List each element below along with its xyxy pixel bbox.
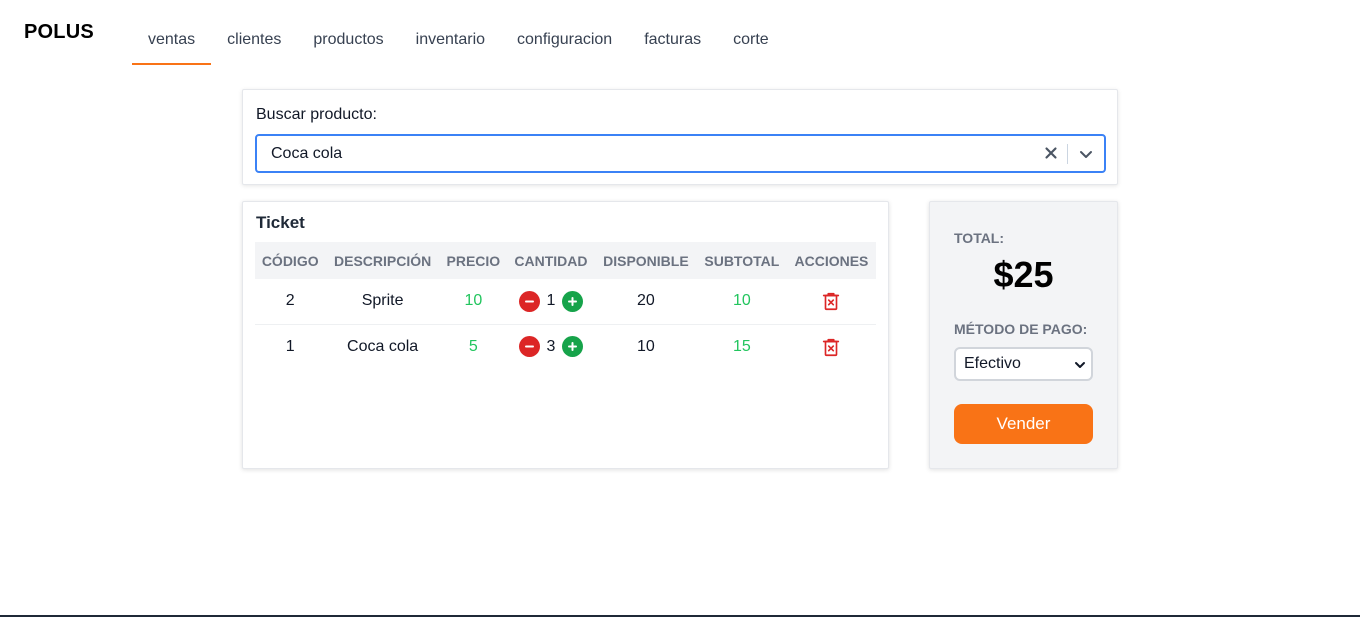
minus-icon (524, 345, 534, 348)
main-nav: ventas clientes productos inventario con… (132, 20, 785, 65)
tab-ventas[interactable]: ventas (132, 20, 212, 65)
column-header-codigo: CÓDIGO (261, 252, 319, 269)
increase-quantity-button[interactable] (562, 290, 584, 312)
app-logo: POLUS (24, 21, 94, 43)
search-panel: Buscar producto: Coca cola (242, 89, 1118, 185)
trash-icon[interactable] (820, 336, 842, 358)
ticket-title: Ticket (256, 213, 305, 232)
column-header-subtotal: SUBTOTAL (704, 252, 780, 269)
tab-corte[interactable]: corte (717, 20, 785, 65)
quantity-value: 1 (546, 292, 556, 310)
cell-subtotal: 15 (732, 337, 751, 355)
table-row: 2 Sprite 10 1 20 10 (255, 279, 876, 324)
cell-descripcion: Sprite (361, 292, 404, 310)
minus-icon (524, 300, 534, 303)
product-search-select[interactable]: Coca cola (255, 134, 1106, 173)
tab-configuracion[interactable]: configuracion (501, 20, 628, 65)
cell-codigo: 2 (285, 292, 295, 310)
table-row: 1 Coca cola 5 3 10 15 (255, 324, 876, 369)
cell-codigo: 1 (285, 337, 295, 355)
tab-clientes[interactable]: clientes (211, 20, 297, 65)
payment-method-value: Efectivo (964, 355, 1021, 372)
ticket-table: CÓDIGO DESCRIPCIÓN PRECIO CANTIDAD DISPO… (255, 242, 876, 369)
cell-descripcion: Coca cola (347, 337, 419, 355)
table-header-row: CÓDIGO DESCRIPCIÓN PRECIO CANTIDAD DISPO… (255, 242, 876, 279)
chevron-down-icon[interactable] (1076, 144, 1096, 164)
payment-method-label: MÉTODO DE PAGO: (954, 321, 1088, 337)
cell-disponible: 20 (637, 292, 655, 310)
close-icon[interactable] (1042, 144, 1060, 162)
cell-acciones (787, 279, 876, 324)
plus-icon (568, 296, 578, 306)
column-header-precio: PRECIO (446, 252, 501, 269)
tab-productos[interactable]: productos (297, 20, 399, 65)
tab-inventario[interactable]: inventario (400, 20, 501, 65)
column-header-cantidad: CANTIDAD (514, 252, 588, 269)
indicator-separator (1067, 144, 1068, 164)
cell-subtotal: 10 (732, 292, 751, 310)
increase-quantity-button[interactable] (562, 336, 584, 358)
cell-cantidad: 3 (507, 324, 595, 369)
decrease-quantity-button[interactable] (518, 336, 540, 358)
search-label: Buscar producto: (256, 106, 377, 123)
column-header-acciones: ACCIONES (794, 252, 869, 269)
cell-disponible: 10 (637, 337, 655, 355)
column-header-disponible: DISPONIBLE (603, 252, 689, 269)
column-header-descripcion: DESCRIPCIÓN (334, 252, 432, 269)
cell-precio: 5 (468, 337, 478, 355)
quantity-value: 3 (546, 337, 556, 355)
trash-icon[interactable] (820, 290, 842, 312)
cell-cantidad: 1 (507, 279, 595, 324)
chevron-down-icon (1075, 362, 1085, 368)
cell-acciones (787, 324, 876, 369)
cell-precio: 10 (464, 292, 483, 310)
tab-facturas[interactable]: facturas (628, 20, 717, 65)
search-input[interactable]: Coca cola (271, 145, 342, 163)
total-label: TOTAL: (954, 230, 1005, 246)
ticket-panel: Ticket CÓDIGO DESCRIPCIÓN PRECIO CANTIDA… (242, 201, 889, 469)
total-value: $25 (993, 254, 1054, 295)
plus-icon (568, 342, 578, 352)
decrease-quantity-button[interactable] (518, 290, 540, 312)
payment-method-select[interactable]: Efectivo (954, 347, 1093, 381)
summary-panel: TOTAL: $25 MÉTODO DE PAGO: Efectivo Vend… (929, 201, 1118, 469)
sell-button[interactable]: Vender (954, 404, 1093, 444)
